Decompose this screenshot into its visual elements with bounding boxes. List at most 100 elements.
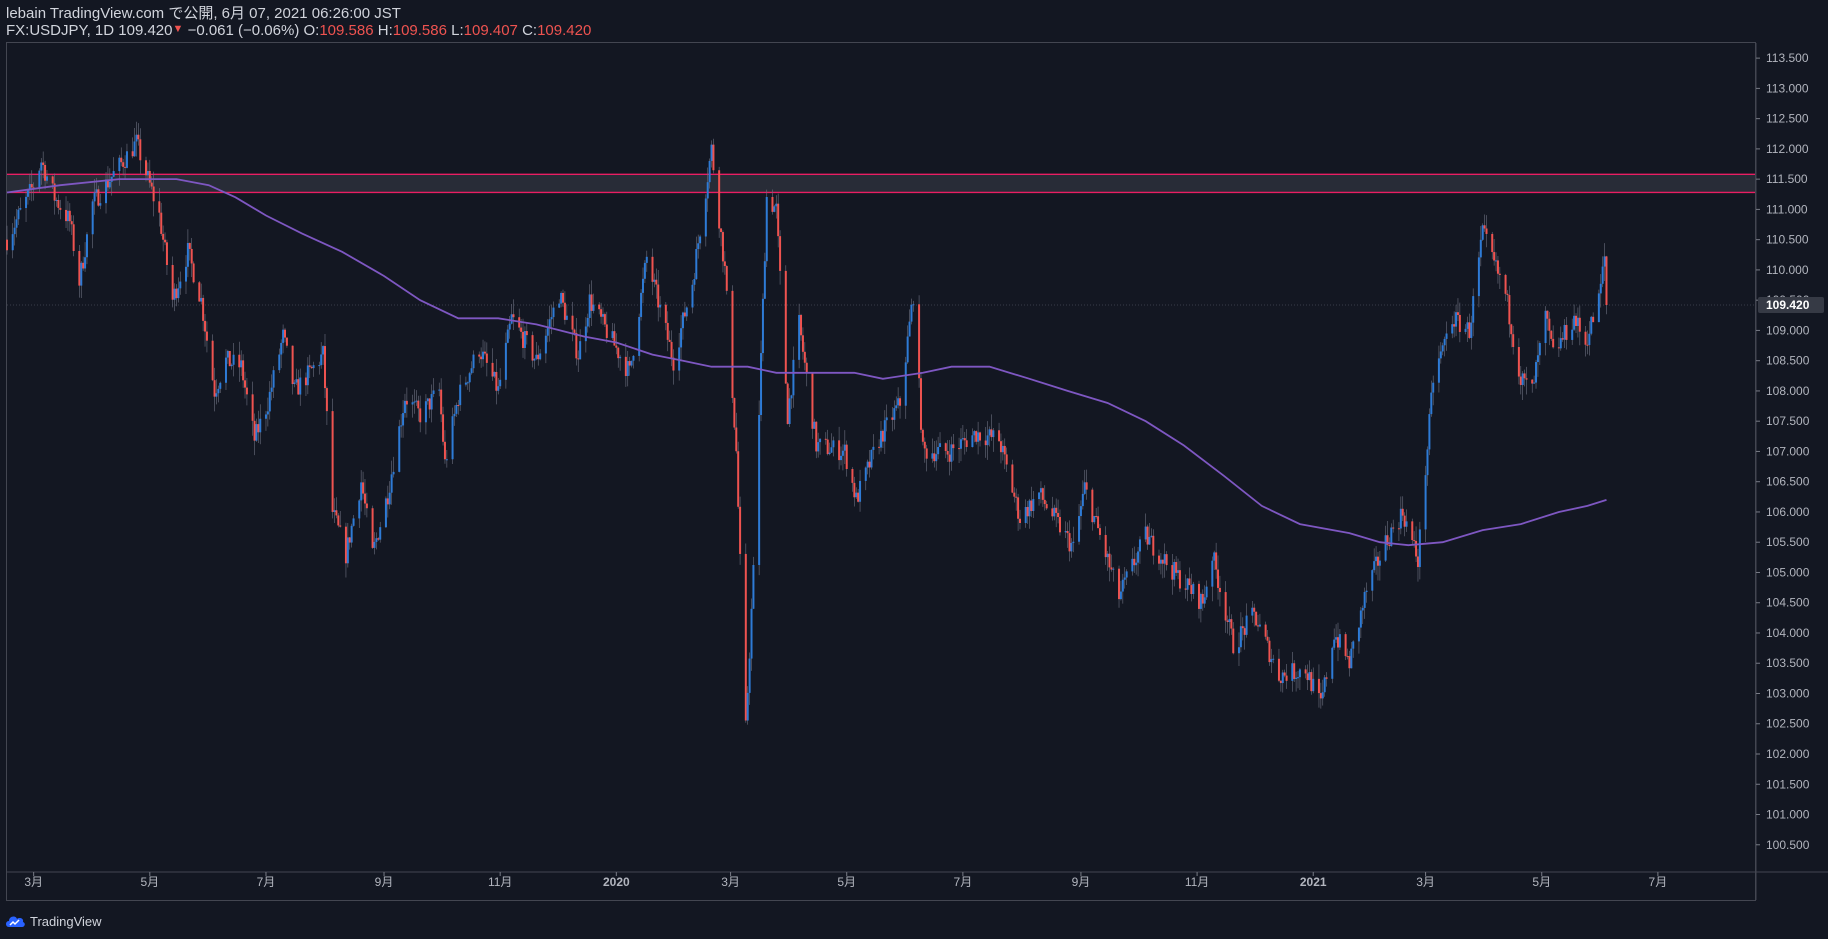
candle-body	[840, 455, 843, 461]
candle-body	[331, 411, 334, 512]
candle-body	[82, 262, 85, 269]
candle-body	[1308, 672, 1311, 681]
candle-body	[777, 203, 780, 237]
candle-body	[1335, 637, 1338, 640]
resistance-zone[interactable]	[7, 174, 1755, 193]
candle-body	[592, 304, 595, 311]
candle-body	[295, 379, 298, 383]
candle-body	[84, 257, 87, 269]
candle-body	[55, 200, 58, 202]
candle-body	[350, 525, 353, 543]
candle-body	[939, 443, 942, 447]
candle-body	[805, 362, 808, 374]
candle-body	[1371, 570, 1374, 591]
candle-body	[950, 444, 953, 462]
candle-body	[857, 492, 860, 502]
candle-body	[786, 383, 789, 424]
footer-brand[interactable]: TradingView	[30, 914, 102, 929]
candle-body	[1325, 677, 1328, 679]
candle-body	[375, 538, 378, 542]
candle-body	[1546, 310, 1549, 319]
candle-body	[520, 327, 523, 332]
candle-body	[164, 239, 167, 243]
candle-body	[708, 160, 711, 183]
candle-body	[657, 284, 660, 308]
candle-body	[335, 510, 338, 516]
candle-body	[1584, 331, 1587, 345]
candle-body	[1281, 672, 1284, 684]
candle-body	[1026, 507, 1029, 517]
candle-body	[44, 164, 47, 181]
candle-body	[975, 431, 978, 442]
tradingview-cloud-icon[interactable]	[4, 913, 26, 929]
candle-body	[792, 359, 795, 396]
candle-body	[405, 400, 408, 405]
candle-body	[344, 526, 347, 564]
candle-body	[1365, 590, 1368, 593]
candle-body	[1565, 324, 1568, 340]
candle-body	[533, 358, 536, 361]
candle-body	[1283, 672, 1286, 676]
candle-body	[251, 394, 254, 421]
price-tick-label: 105.000	[1766, 565, 1810, 579]
candle-body	[65, 209, 68, 222]
candle-body	[1001, 445, 1004, 453]
candle-body	[1388, 544, 1391, 547]
candle-body	[603, 314, 606, 325]
candle-body	[1525, 378, 1528, 380]
candle-body	[562, 292, 565, 303]
candle-body	[923, 441, 926, 449]
candle-body	[880, 430, 882, 448]
candle-body	[337, 515, 340, 526]
price-tick-label: 112.500	[1766, 112, 1809, 126]
candle-body	[680, 328, 683, 348]
candle-body	[697, 243, 700, 250]
candle-body	[162, 233, 165, 240]
candle-body	[763, 261, 766, 299]
time-tick-label: 11月	[488, 875, 512, 889]
candle-body	[1253, 607, 1256, 612]
candle-body	[510, 314, 513, 324]
candle-body	[485, 353, 488, 363]
candle-body	[838, 440, 841, 461]
candle-body	[1295, 677, 1298, 679]
candle-body	[866, 461, 869, 468]
candle-body	[371, 508, 374, 548]
candle-body	[411, 402, 414, 405]
candle-body	[1085, 482, 1088, 490]
candle-body	[1192, 583, 1195, 595]
candle-body	[1323, 677, 1326, 693]
candle-body	[78, 250, 81, 286]
candle-body	[1588, 333, 1591, 346]
candle-body	[70, 221, 73, 225]
candle-body	[160, 212, 163, 234]
candle-body	[118, 157, 121, 172]
candle-body	[1237, 647, 1240, 654]
price-chart[interactable]: 113.500 113.000 112.500 112.000 111.500 111.0…	[0, 0, 1828, 939]
candle-body	[1512, 334, 1515, 348]
candle-body	[310, 366, 313, 369]
candle-body	[1601, 266, 1604, 284]
candle-body	[1430, 392, 1433, 415]
candle-body	[1121, 579, 1124, 592]
candle-body	[986, 435, 989, 446]
candle-body	[1017, 497, 1020, 519]
candle-body	[1291, 663, 1294, 681]
candle-body	[139, 139, 142, 161]
candle-body	[668, 339, 671, 342]
candle-body	[165, 242, 168, 265]
candle-body	[666, 322, 669, 340]
candle-body	[712, 144, 715, 171]
candle-body	[304, 377, 307, 386]
candle-body	[904, 362, 907, 406]
candle-body	[205, 331, 208, 341]
candle-body	[1093, 516, 1096, 523]
candle-body	[878, 446, 881, 448]
candle-body	[504, 342, 507, 380]
candle-body	[217, 388, 220, 394]
time-tick-label: 3月	[721, 875, 740, 889]
candle-body	[1373, 561, 1376, 571]
candle-body	[979, 432, 982, 441]
candle-body	[744, 553, 747, 721]
candle-body	[1451, 324, 1454, 334]
